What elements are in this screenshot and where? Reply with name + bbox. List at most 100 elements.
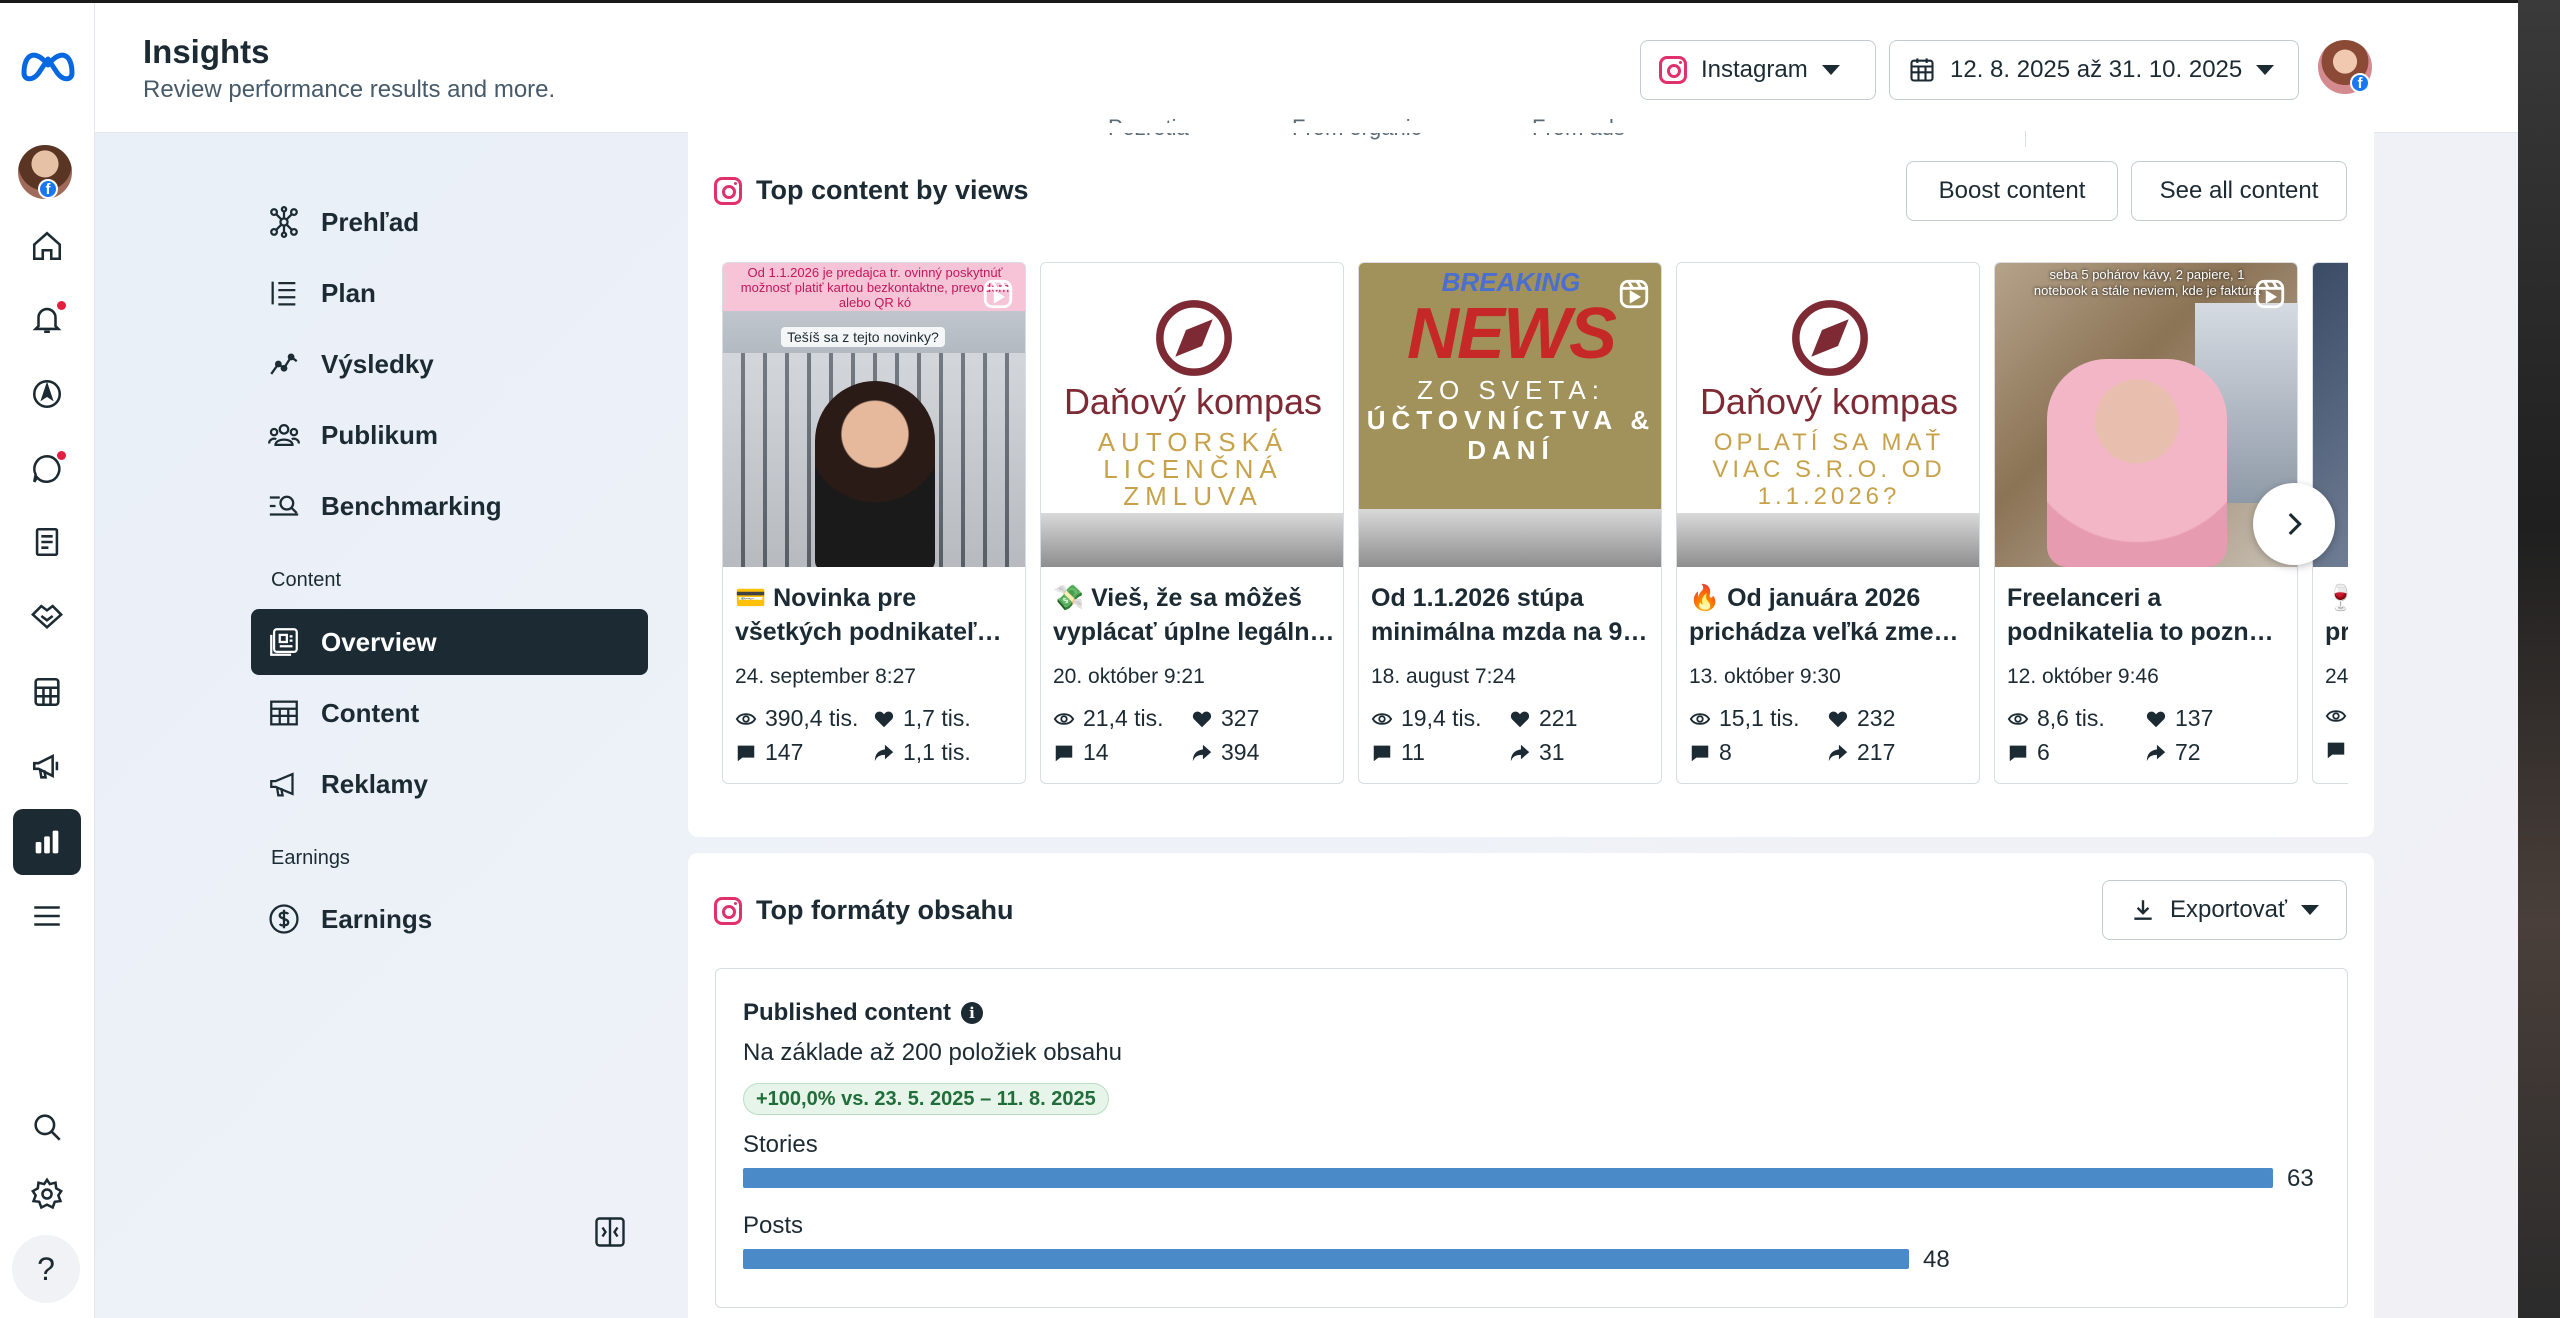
views-value: 390,4 tis. bbox=[765, 705, 859, 731]
content-date: 24 bbox=[2325, 665, 2348, 688]
heart-icon bbox=[1192, 711, 1212, 727]
comment-icon bbox=[737, 745, 755, 761]
eye-icon bbox=[1371, 712, 1393, 725]
content-title-line: 🔥 Od januára 2026 bbox=[1689, 584, 1921, 612]
bar[interactable] bbox=[743, 1168, 2273, 1188]
messages-icon[interactable] bbox=[26, 448, 68, 490]
content-title-line: všetkých podnikateľ… bbox=[735, 618, 1002, 646]
meta-logo-icon[interactable] bbox=[18, 43, 78, 83]
content-date: 24. september 8:27 bbox=[735, 665, 916, 688]
nav-item-benchmarking[interactable]: Benchmarking bbox=[251, 473, 648, 539]
content-thumbnail: Daňový kompas AUTORSKÁ LICENČNÁ ZMLUVA bbox=[1041, 263, 1343, 567]
search-icon[interactable] bbox=[26, 1106, 68, 1148]
heart-icon bbox=[1510, 711, 1530, 727]
thumbnail-tagline: ZO SVETA: ÚČTOVNÍCTVA & DANÍ bbox=[1359, 375, 1661, 465]
handshake-icon[interactable] bbox=[26, 595, 68, 637]
likes-value: 221 bbox=[1539, 705, 1578, 731]
published-content-label: Published content bbox=[743, 999, 952, 1026]
content-date: 20. október 9:21 bbox=[1053, 665, 1205, 688]
bar[interactable] bbox=[743, 1249, 1909, 1269]
chevron-down-icon bbox=[2256, 65, 2275, 75]
nav-item-prehlad[interactable]: Prehľad bbox=[251, 189, 648, 255]
tagline-line: 1.1.2026? bbox=[1757, 483, 1901, 510]
content-thumbnail: Daňový kompas OPLATÍ SA MAŤ VIAC S.R.O. … bbox=[1677, 263, 1979, 567]
share-icon bbox=[2146, 744, 2166, 761]
compass-icon[interactable] bbox=[26, 373, 68, 415]
window-edge bbox=[2518, 0, 2560, 1318]
share-icon bbox=[1192, 744, 1212, 761]
settings-gear-icon[interactable] bbox=[26, 1173, 68, 1215]
brand-name: Daňový kompas bbox=[1063, 381, 1323, 422]
person-figure bbox=[815, 381, 935, 567]
eye-icon bbox=[1053, 712, 1075, 725]
nav-item-reklamy[interactable]: Reklamy bbox=[251, 751, 648, 817]
message-dot bbox=[57, 451, 66, 460]
comments-metric: 11 bbox=[1371, 739, 1425, 766]
notifications-bell-icon[interactable] bbox=[26, 298, 68, 340]
tagline-line: ZMLUVA bbox=[1123, 481, 1263, 511]
boost-content-button[interactable]: Boost content bbox=[1906, 161, 2118, 221]
section-label-earnings: Earnings bbox=[271, 847, 350, 869]
info-icon[interactable]: i bbox=[961, 1002, 984, 1024]
carousel-next-button[interactable] bbox=[2253, 483, 2335, 565]
thumbnail-subcaption: Tešíš sa z tejto novinky? bbox=[781, 327, 945, 347]
nav-item-vysledky[interactable]: Výsledky bbox=[251, 331, 648, 397]
list-icon bbox=[271, 281, 296, 306]
comments-metric: 8 bbox=[1689, 739, 1732, 766]
views-metric: 390,4 tis. bbox=[735, 705, 858, 732]
likes-metric: 221 bbox=[1509, 705, 1577, 732]
bar-value: 63 bbox=[2287, 1165, 2314, 1192]
thumbnail-tagline: OPLATÍ SA MAŤ VIAC S.R.O. OD 1.1.2026? bbox=[1677, 429, 1979, 510]
content-tile[interactable]: Od 1.1.2026 je predajca tr. ovinný posky… bbox=[722, 262, 1026, 784]
content-title: 🔥 Od januára 2026 prichádza veľká zme… bbox=[1689, 581, 1971, 649]
shares-metric: 31 bbox=[1509, 739, 1565, 766]
content-tile[interactable]: Daňový kompas AUTORSKÁ LICENČNÁ ZMLUVA 💸… bbox=[1040, 262, 1344, 784]
collapse-sidebar-icon[interactable] bbox=[592, 1214, 628, 1250]
shares-value: 217 bbox=[1857, 739, 1896, 765]
views-metric: 19,4 tis. bbox=[1371, 705, 1482, 732]
content-thumbnail: Od 1.1.2026 je predajca tr. ovinný posky… bbox=[723, 263, 1025, 567]
insights-chart-icon[interactable] bbox=[13, 809, 81, 875]
desk-photo-strip bbox=[1677, 513, 1979, 567]
content-date: 13. október 9:30 bbox=[1689, 665, 1841, 688]
people-icon bbox=[267, 423, 301, 447]
date-range-dropdown[interactable]: 12. 8. 2025 až 31. 10. 2025 bbox=[1889, 40, 2299, 100]
content-tile[interactable]: Daňový kompas OPLATÍ SA MAŤ VIAC S.R.O. … bbox=[1676, 262, 1980, 784]
heart-icon bbox=[2146, 711, 2166, 727]
help-icon[interactable]: ? bbox=[12, 1235, 80, 1303]
content-tile[interactable]: BREAKING NEWS ZO SVETA: ÚČTOVNÍCTVA & DA… bbox=[1358, 262, 1662, 784]
export-dropdown-button[interactable]: Exportovať bbox=[2102, 880, 2347, 940]
download-icon bbox=[2134, 900, 2152, 920]
share-icon bbox=[874, 744, 894, 761]
nav-item-overview[interactable]: Overview bbox=[251, 609, 648, 675]
pages-icon[interactable] bbox=[26, 521, 68, 563]
nav-item-plan[interactable]: Plan bbox=[251, 260, 648, 326]
export-label: Exportovať bbox=[2169, 896, 2288, 923]
desk-photo-strip bbox=[1359, 509, 1661, 567]
calculator-icon[interactable] bbox=[26, 671, 68, 713]
see-all-content-button[interactable]: See all content bbox=[2131, 161, 2347, 221]
date-range-label: 12. 8. 2025 až 31. 10. 2025 bbox=[1950, 56, 2243, 83]
dollar-icon bbox=[269, 904, 299, 934]
tagline-line: VIAC S.R.O. OD bbox=[1712, 456, 1946, 483]
menu-hamburger-icon[interactable] bbox=[26, 895, 68, 937]
home-icon[interactable] bbox=[26, 225, 68, 267]
content-title-line: 🍷 bbox=[2325, 581, 2348, 615]
platform-dropdown[interactable]: Instagram bbox=[1640, 40, 1876, 100]
heart-icon bbox=[1828, 711, 1848, 727]
tagline-line: DANÍ bbox=[1467, 435, 1555, 465]
nav-item-publikum[interactable]: Publikum bbox=[251, 402, 648, 468]
views-value: 8,6 tis. bbox=[2037, 705, 2105, 731]
views-value: 21,4 tis. bbox=[1083, 705, 1164, 731]
chevron-down-icon bbox=[2301, 905, 2320, 915]
comment-icon bbox=[1691, 745, 1709, 761]
shares-value: 72 bbox=[2175, 739, 2201, 765]
likes-metric: 327 bbox=[1191, 705, 1259, 732]
ads-megaphone-icon[interactable] bbox=[26, 745, 68, 787]
nav-item-content[interactable]: Content bbox=[251, 680, 648, 746]
content-title-line: Od 1.1.2026 stúpa bbox=[1371, 584, 1584, 612]
comments-metric bbox=[2325, 739, 2347, 761]
shares-value: 31 bbox=[1539, 739, 1565, 765]
nav-item-earnings[interactable]: Earnings bbox=[251, 886, 648, 952]
nav-item-label: Plan bbox=[321, 277, 376, 308]
